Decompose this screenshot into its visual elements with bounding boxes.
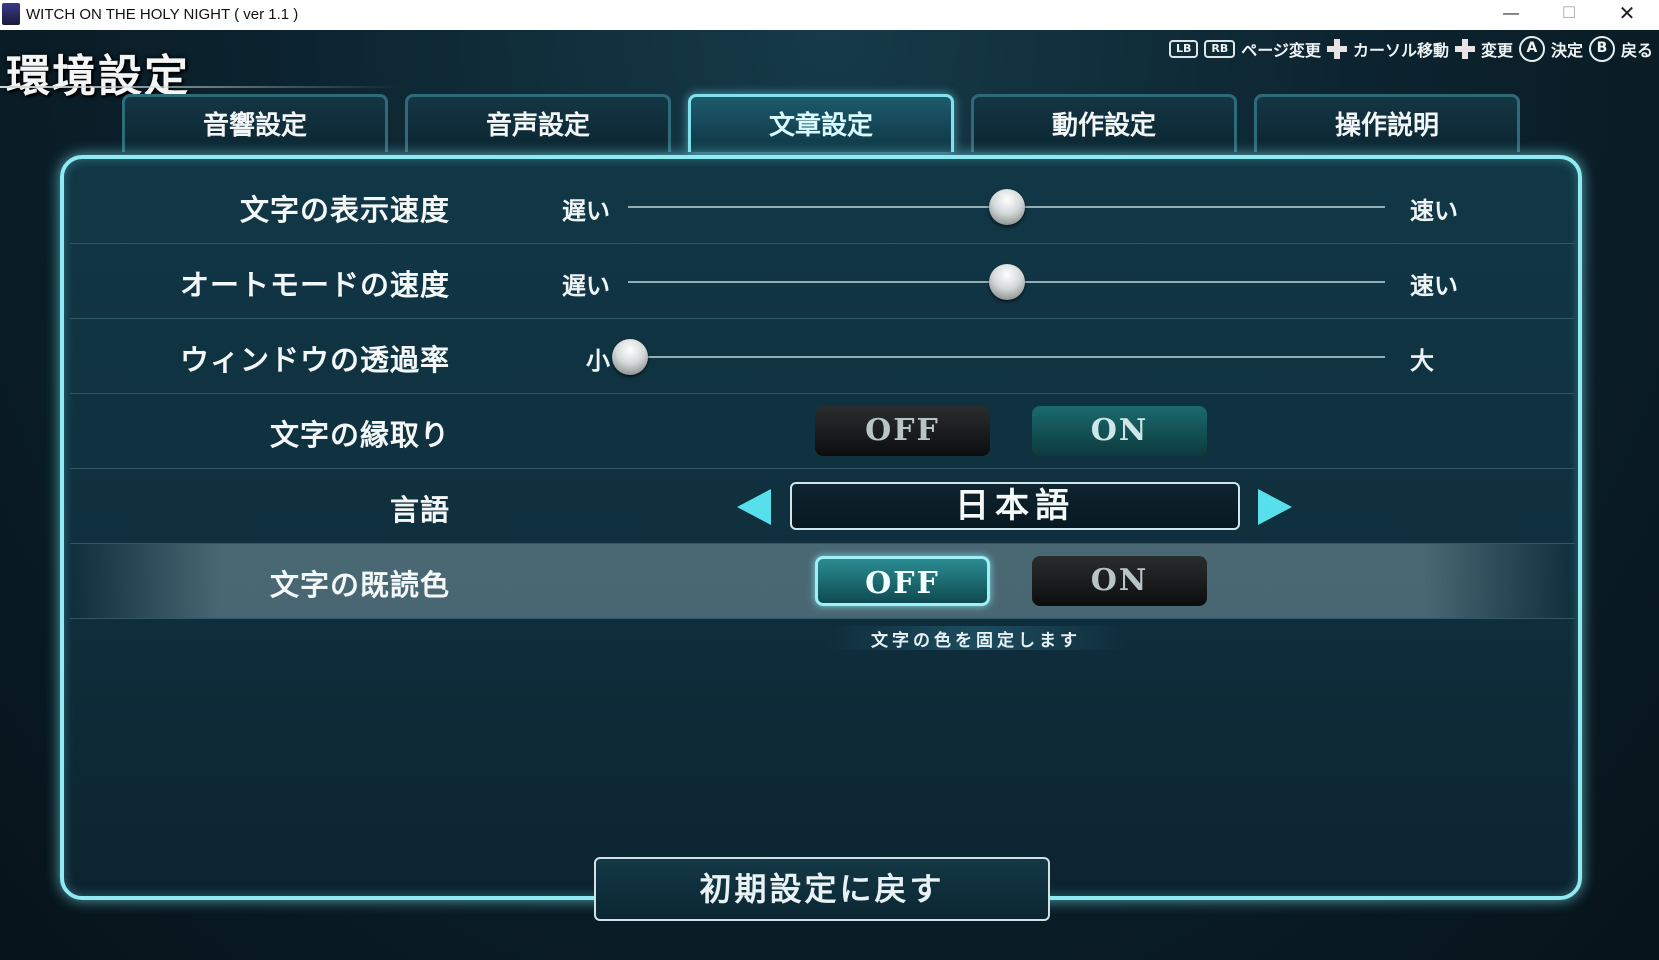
tab-controls[interactable]: 操作説明 xyxy=(1254,94,1520,152)
help-confirm: 決定 xyxy=(1550,41,1583,60)
auto-speed-max-label: 速い xyxy=(1410,271,1458,300)
read-color-on-button[interactable]: ON xyxy=(1032,556,1207,606)
dpad-icon xyxy=(1326,39,1347,59)
title-underline xyxy=(0,86,400,88)
language-prev-arrow-icon[interactable] xyxy=(737,489,771,525)
language-label: 言語 xyxy=(389,493,450,527)
text-outline-label: 文字の縁取り xyxy=(269,418,450,452)
language-value[interactable]: 日本語 xyxy=(790,482,1240,530)
controller-help: LB RB ページ変更 カーソル移動 変更 A 決定 B 戻る xyxy=(1168,34,1653,64)
tab-text[interactable]: 文章設定 xyxy=(688,94,954,152)
language-row: 言語 日本語 xyxy=(70,469,1575,544)
read-color-label: 文字の既読色 xyxy=(269,568,450,602)
close-button[interactable]: ✕ xyxy=(1598,0,1656,30)
tab-behavior[interactable]: 動作設定 xyxy=(971,94,1237,152)
b-button-icon: B xyxy=(1588,36,1615,62)
help-cursor-move: カーソル移動 xyxy=(1352,41,1449,60)
help-page-change: ページ変更 xyxy=(1241,41,1321,60)
text-speed-max-label: 速い xyxy=(1410,196,1458,225)
window-opacity-label: ウィンドウの透過率 xyxy=(179,343,450,377)
settings-panel: 文字の表示速度 遅い 速い オートモードの速度 遅い 速い ウィンドウの透過率 … xyxy=(60,155,1582,900)
help-back: 戻る xyxy=(1620,41,1653,60)
text-outline-on-button[interactable]: ON xyxy=(1032,406,1207,456)
tab-voice[interactable]: 音声設定 xyxy=(405,94,671,152)
text-speed-label: 文字の表示速度 xyxy=(239,193,450,227)
minimize-button[interactable]: — xyxy=(1482,0,1540,30)
text-outline-row: 文字の縁取り OFF ON xyxy=(70,394,1575,469)
app-icon xyxy=(2,3,20,25)
language-next-arrow-icon[interactable] xyxy=(1258,489,1292,525)
read-color-off-button[interactable]: OFF xyxy=(815,556,990,606)
text-speed-knob[interactable] xyxy=(988,189,1025,225)
window-opacity-row: ウィンドウの透過率 小 大 xyxy=(70,319,1575,394)
text-speed-min-label: 遅い xyxy=(562,196,610,225)
maximize-button[interactable]: ☐ xyxy=(1540,0,1598,30)
game-screen: 環境設定 LB RB ページ変更 カーソル移動 変更 A 決定 B 戻る 音響設… xyxy=(0,30,1659,960)
dpad-lr-icon xyxy=(1454,39,1475,59)
rb-button-icon: RB xyxy=(1204,40,1236,58)
text-speed-row: 文字の表示速度 遅い 速い xyxy=(70,169,1575,244)
window-title: WITCH ON THE HOLY NIGHT ( ver 1.1 ) xyxy=(26,6,299,23)
read-color-hint: 文字の色を固定します xyxy=(826,626,1126,651)
a-button-icon: A xyxy=(1518,36,1545,62)
window-opacity-slider[interactable] xyxy=(628,356,1385,358)
auto-speed-knob[interactable] xyxy=(988,264,1025,300)
text-outline-off-button[interactable]: OFF xyxy=(815,406,990,456)
window-opacity-max-label: 大 xyxy=(1410,346,1434,375)
tab-sound[interactable]: 音響設定 xyxy=(122,94,388,152)
auto-speed-min-label: 遅い xyxy=(562,271,610,300)
window-titlebar: WITCH ON THE HOLY NIGHT ( ver 1.1 ) — ☐ … xyxy=(0,0,1659,30)
help-change: 変更 xyxy=(1480,41,1513,60)
auto-speed-label: オートモードの速度 xyxy=(179,268,450,302)
lb-button-icon: LB xyxy=(1168,40,1199,58)
window-opacity-knob[interactable] xyxy=(612,339,648,375)
reset-defaults-button[interactable]: 初期設定に戻す xyxy=(594,857,1050,921)
read-color-row: 文字の既読色 OFF ON xyxy=(70,544,1575,619)
auto-speed-row: オートモードの速度 遅い 速い xyxy=(70,244,1575,319)
window-opacity-min-label: 小 xyxy=(586,346,610,375)
